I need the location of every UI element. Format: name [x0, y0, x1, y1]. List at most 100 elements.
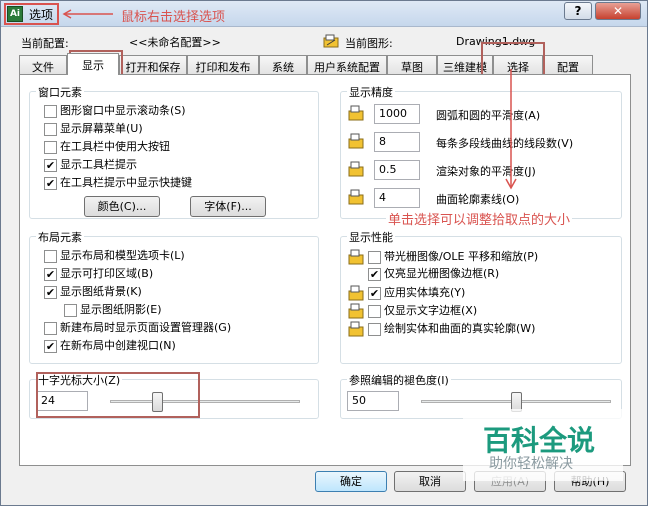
drawing-setting-icon	[348, 249, 364, 265]
checkbox-label: 应用实体填充(Y)	[384, 286, 466, 299]
checkbox-label: 绘制实体和曲面的真实轮廓(W)	[384, 322, 536, 335]
printable-area-checkbox[interactable]: ✔ 显示可打印区域(B)	[44, 267, 153, 283]
crosshair-size-input[interactable]: 24	[36, 391, 88, 411]
display-resolution-title: 显示精度	[347, 84, 395, 100]
window-elements-title: 窗口元素	[36, 84, 84, 100]
checkbox-box[interactable]	[368, 304, 381, 318]
resolution-row: 0.5 渲染对象的平滑度(J)	[348, 160, 618, 180]
checkbox-box[interactable]: ✔	[44, 339, 57, 353]
drawing-setting-icon	[348, 303, 364, 319]
display-performance-title: 显示性能	[347, 229, 395, 245]
arc-smoothness-label: 圆弧和圆的平滑度(A)	[436, 109, 541, 122]
scrollbars-checkbox[interactable]: 图形窗口中显示滚动条(S)	[44, 104, 186, 120]
checkbox-label: 在工具栏中使用大按钮	[60, 140, 170, 153]
contour-lines-input[interactable]: 4	[374, 188, 420, 208]
checkbox-box[interactable]	[44, 140, 57, 154]
polyline-segments-input[interactable]: 8	[374, 132, 420, 152]
drawing-setting-icon	[348, 105, 364, 121]
checkbox-label: 显示图纸阴影(E)	[80, 303, 162, 316]
true-silhouettes-checkbox[interactable]: 绘制实体和曲面的真实轮廓(W)	[348, 321, 535, 337]
tab-files[interactable]: 文件	[19, 55, 67, 74]
tab-user-preferences[interactable]: 用户系统配置	[307, 55, 387, 74]
checkbox-box[interactable]	[368, 250, 381, 264]
crosshair-size-group: 十字光标大小(Z) 24	[29, 372, 319, 419]
tab-plot-publish[interactable]: 打印和发布	[187, 55, 259, 74]
large-buttons-checkbox[interactable]: 在工具栏中使用大按钮	[44, 140, 170, 156]
tab-selection[interactable]: 选择	[493, 55, 543, 74]
checkbox-box[interactable]	[44, 122, 57, 136]
current-profile-label: 当前配置:	[21, 37, 69, 50]
raster-ole-checkbox[interactable]: 带光栅图像/OLE 平移和缩放(P)	[348, 249, 538, 265]
checkbox-box[interactable]	[44, 249, 57, 263]
tab-open-save[interactable]: 打开和保存	[119, 55, 187, 74]
checkbox-box[interactable]	[64, 303, 77, 317]
checkbox-label: 显示布局和模型选项卡(L)	[60, 249, 185, 262]
current-profile-value: <<未命名配置>>	[129, 36, 221, 49]
drawing-file-icon	[323, 34, 339, 48]
layout-tabs-checkbox[interactable]: 显示布局和模型选项卡(L)	[44, 249, 185, 265]
checkbox-box[interactable]	[44, 321, 57, 335]
tab-drafting[interactable]: 草图	[387, 55, 437, 74]
checkbox-label: 显示工具栏提示	[60, 158, 137, 171]
tab-profiles[interactable]: 配置	[543, 55, 593, 74]
display-tab-panel: 窗口元素 图形窗口中显示滚动条(S) 显示屏幕菜单(U) 在工具栏中使用大按钮 …	[19, 69, 631, 466]
drawing-setting-icon	[348, 285, 364, 301]
checkbox-box[interactable]: ✔	[44, 176, 57, 190]
raster-frame-checkbox[interactable]: ✔ 仅亮显光栅图像边框(R)	[368, 267, 499, 283]
text-boundary-checkbox[interactable]: 仅显示文字边框(X)	[348, 303, 477, 319]
title-highlight-box	[4, 3, 59, 25]
current-drawing-value: Drawing1.dwg	[456, 35, 536, 48]
shortcut-keys-checkbox[interactable]: ✔ 在工具栏提示中显示快捷键	[44, 176, 192, 192]
paper-shadow-checkbox[interactable]: 显示图纸阴影(E)	[64, 303, 162, 319]
crosshair-slider-thumb[interactable]	[152, 392, 163, 412]
resolution-row: 4 曲面轮廓素线(O)	[348, 188, 618, 208]
close-button[interactable]: ✕	[595, 2, 641, 20]
xref-fading-input[interactable]: 50	[347, 391, 399, 411]
checkbox-box[interactable]: ✔	[368, 286, 381, 300]
checkbox-box[interactable]	[368, 322, 381, 336]
tooltips-checkbox[interactable]: ✔ 显示工具栏提示	[44, 158, 137, 174]
checkbox-label: 显示可打印区域(B)	[60, 267, 154, 280]
drawing-setting-icon	[348, 189, 364, 205]
create-viewport-checkbox[interactable]: ✔ 在新布局中创建视口(N)	[44, 339, 176, 355]
checkbox-box[interactable]: ✔	[44, 285, 57, 299]
help-title-button[interactable]: ?	[564, 2, 592, 20]
screen-menu-checkbox[interactable]: 显示屏幕菜单(U)	[44, 122, 143, 138]
arrow-down-icon	[505, 69, 517, 190]
tab-3d-modeling[interactable]: 三维建模	[437, 55, 493, 74]
checkbox-label: 带光栅图像/OLE 平移和缩放(P)	[384, 250, 539, 263]
drawing-setting-icon	[348, 133, 364, 149]
tab-display[interactable]: 显示	[67, 53, 119, 75]
checkbox-label: 显示屏幕菜单(U)	[60, 122, 143, 135]
checkbox-label: 仅亮显光栅图像边框(R)	[384, 267, 500, 280]
checkbox-box[interactable]: ✔	[368, 267, 381, 281]
layout-elements-title: 布局元素	[36, 229, 84, 245]
resolution-row: 1000 圆弧和圆的平滑度(A)	[348, 104, 618, 124]
tab-system[interactable]: 系统	[259, 55, 307, 74]
display-resolution-group: 显示精度 1000 圆弧和圆的平滑度(A) 8 每条多段线曲线的线段数(V) 0…	[340, 84, 622, 219]
fonts-button[interactable]: 字体(F)...	[190, 196, 266, 217]
checkbox-box[interactable]: ✔	[44, 267, 57, 281]
paper-background-checkbox[interactable]: ✔ 显示图纸背景(K)	[44, 285, 142, 301]
current-drawing-label: 当前图形:	[345, 37, 393, 50]
drawing-setting-icon	[348, 161, 364, 177]
arc-smoothness-input[interactable]: 1000	[374, 104, 420, 124]
rendered-smoothness-label: 渲染对象的平滑度(J)	[436, 165, 536, 178]
checkbox-box[interactable]: ✔	[44, 158, 57, 172]
title-bar[interactable]: Ai 选项 鼠标右击选择选项 ? ✕	[1, 1, 647, 27]
checkbox-box[interactable]	[44, 104, 57, 118]
solid-fill-checkbox[interactable]: ✔ 应用实体填充(Y)	[348, 285, 465, 301]
crosshair-slider-track[interactable]	[110, 400, 300, 403]
annotation-pickbox: 单击选择可以调整拾取点的大小	[386, 209, 573, 228]
cancel-button[interactable]: 取消	[394, 471, 466, 492]
colors-button[interactable]: 颜色(C)...	[84, 196, 160, 217]
page-setup-manager-checkbox[interactable]: 新建布局时显示页面设置管理器(G)	[44, 321, 231, 337]
options-dialog: Ai 选项 鼠标右击选择选项 ? ✕ 当前配置: <<未命名配置>> 当前图形:…	[0, 0, 648, 506]
resolution-row: 8 每条多段线曲线的线段数(V)	[348, 132, 618, 152]
checkbox-label: 显示图纸背景(K)	[60, 285, 142, 298]
display-performance-group: 显示性能 带光栅图像/OLE 平移和缩放(P) ✔ 仅亮显光栅图像边框(R) ✔ 应…	[340, 229, 622, 364]
arrow-left-icon	[62, 9, 113, 19]
drawing-setting-icon	[348, 321, 364, 337]
rendered-smoothness-input[interactable]: 0.5	[374, 160, 420, 180]
ok-button[interactable]: 确定	[315, 471, 387, 492]
